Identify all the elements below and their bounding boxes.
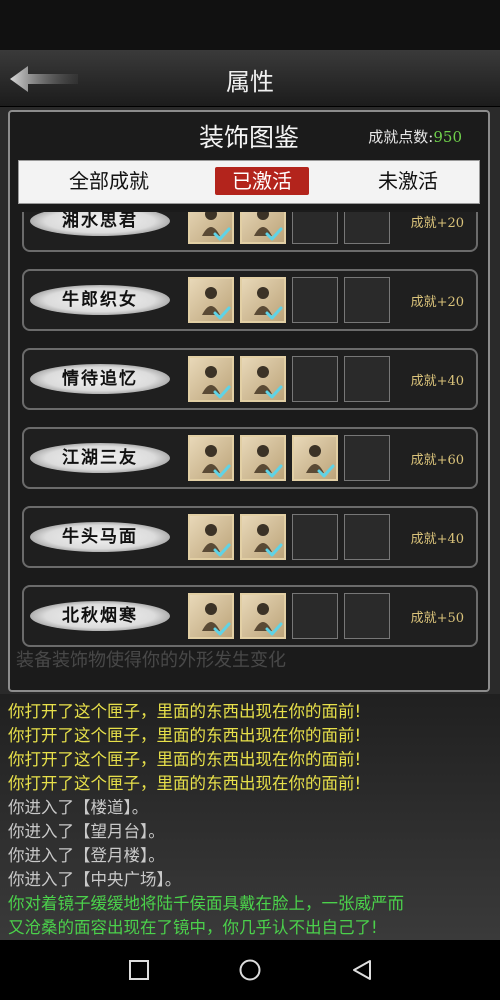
achievement-name: 牛郎织女	[30, 285, 170, 315]
checkmark-icon	[265, 464, 283, 478]
decoration-slot-empty[interactable]	[292, 514, 338, 560]
decoration-slot-empty[interactable]	[344, 277, 390, 323]
decoration-slot-filled[interactable]	[240, 593, 286, 639]
recent-apps-button[interactable]	[127, 958, 151, 982]
achievement-name: 北秋烟寒	[30, 601, 170, 631]
decoration-slot-empty[interactable]	[292, 356, 338, 402]
log-message: 你打开了这个匣子，里面的东西出现在你的面前!	[8, 774, 362, 793]
log-message: 你进入了【望月台】。	[8, 822, 165, 841]
achievement-reward: 成就+60	[410, 453, 464, 468]
achievement-name: 情待追忆	[30, 364, 170, 394]
log-message: 你对着镜子缓缓地将陆千侯面具戴在脸上，一张威严而	[8, 894, 404, 913]
decoration-slot-empty[interactable]	[292, 593, 338, 639]
decoration-slot-filled[interactable]	[188, 514, 234, 560]
achievement-reward: 成就+20	[410, 216, 464, 231]
decoration-slot-empty[interactable]	[344, 435, 390, 481]
checkmark-icon	[265, 227, 283, 241]
decoration-slot-filled[interactable]	[188, 356, 234, 402]
message-log: 你打开了这个匣子，里面的东西出现在你的面前! 你打开了这个匣子，里面的东西出现在你…	[0, 694, 500, 940]
decoration-catalog-panel: 装备装饰物使得你的外形发生变化 装饰图鉴 成就点数:950 全部成就 已激活 未…	[8, 110, 490, 692]
decoration-slot-empty[interactable]	[292, 277, 338, 323]
checkmark-icon	[213, 306, 231, 320]
checkmark-icon	[317, 464, 335, 478]
log-message: 你进入了【登月楼】。	[8, 846, 165, 865]
checkmark-icon	[213, 385, 231, 399]
achievement-name: 湘水思君	[30, 212, 170, 236]
header-bar: 属性	[0, 50, 500, 107]
recent-apps-icon	[129, 960, 149, 980]
checkmark-icon	[213, 227, 231, 241]
log-message: 你打开了这个匣子，里面的东西出现在你的面前!	[8, 726, 362, 745]
tab-activated[interactable]: 已激活	[215, 167, 309, 195]
achievement-reward: 成就+40	[410, 374, 464, 389]
decoration-slot-empty[interactable]	[344, 514, 390, 560]
decoration-slot-empty[interactable]	[344, 356, 390, 402]
achievement-name: 牛头马面	[30, 522, 170, 552]
decoration-slot-filled[interactable]	[188, 277, 234, 323]
log-message: 你打开了这个匣子，里面的东西出现在你的面前!	[8, 750, 362, 769]
log-message: 又沧桑的面容出现在了镜中，你几乎认不出自己了!	[8, 918, 378, 937]
checkmark-icon	[265, 306, 283, 320]
achievement-list[interactable]: 湘水思君 成就+20 牛郎织女 成就+20 情待追忆 成就+40 江湖三友 成就+60 牛头马面…	[18, 212, 480, 682]
achievement-points: 成就点数:950	[368, 126, 462, 147]
decoration-slot-empty[interactable]	[344, 593, 390, 639]
decoration-slot-filled[interactable]	[240, 212, 286, 244]
checkmark-icon	[213, 543, 231, 557]
status-bar	[0, 0, 500, 50]
home-icon	[239, 959, 261, 981]
log-message: 你进入了【中央广场】。	[8, 870, 182, 889]
decoration-slot-filled[interactable]	[240, 356, 286, 402]
achievement-row[interactable]: 牛头马面 成就+40	[22, 506, 478, 568]
decoration-slot-filled[interactable]	[292, 435, 338, 481]
decoration-slot-filled[interactable]	[240, 277, 286, 323]
achievement-points-value: 950	[433, 128, 462, 146]
decoration-slot-filled[interactable]	[188, 212, 234, 244]
tab-not-activated[interactable]: 未激活	[353, 167, 463, 195]
decoration-slot-filled[interactable]	[188, 593, 234, 639]
log-message: 你进入了【楼道】。	[8, 798, 149, 817]
back-icon	[353, 960, 371, 980]
checkmark-icon	[213, 464, 231, 478]
checkmark-icon	[265, 622, 283, 636]
checkmark-icon	[265, 543, 283, 557]
filter-tabs: 全部成就 已激活 未激活	[18, 160, 480, 204]
achievement-row[interactable]: 情待追忆 成就+40	[22, 348, 478, 410]
page-title: 属性	[226, 68, 274, 96]
achievement-points-label: 成就点数:	[368, 128, 434, 146]
decoration-slot-empty[interactable]	[292, 212, 338, 244]
checkmark-icon	[213, 622, 231, 636]
decoration-slot-filled[interactable]	[240, 514, 286, 560]
decoration-slot-filled[interactable]	[240, 435, 286, 481]
home-button[interactable]	[238, 958, 262, 982]
decoration-slot-filled[interactable]	[188, 435, 234, 481]
checkmark-icon	[265, 385, 283, 399]
achievement-row[interactable]: 湘水思君 成就+20	[22, 212, 478, 252]
achievement-name: 江湖三友	[30, 443, 170, 473]
achievement-row[interactable]: 北秋烟寒 成就+50	[22, 585, 478, 647]
back-button[interactable]	[350, 958, 374, 982]
achievement-reward: 成就+40	[410, 532, 464, 547]
achievement-row[interactable]: 江湖三友 成就+60	[22, 427, 478, 489]
tab-all-achievements[interactable]: 全部成就	[49, 167, 169, 195]
achievement-reward: 成就+50	[410, 611, 464, 626]
achievement-reward: 成就+20	[410, 295, 464, 310]
achievement-row[interactable]: 牛郎织女 成就+20	[22, 269, 478, 331]
system-nav-bar	[0, 940, 500, 1000]
log-message: 你打开了这个匣子，里面的东西出现在你的面前!	[8, 702, 362, 721]
decoration-slot-empty[interactable]	[344, 212, 390, 244]
